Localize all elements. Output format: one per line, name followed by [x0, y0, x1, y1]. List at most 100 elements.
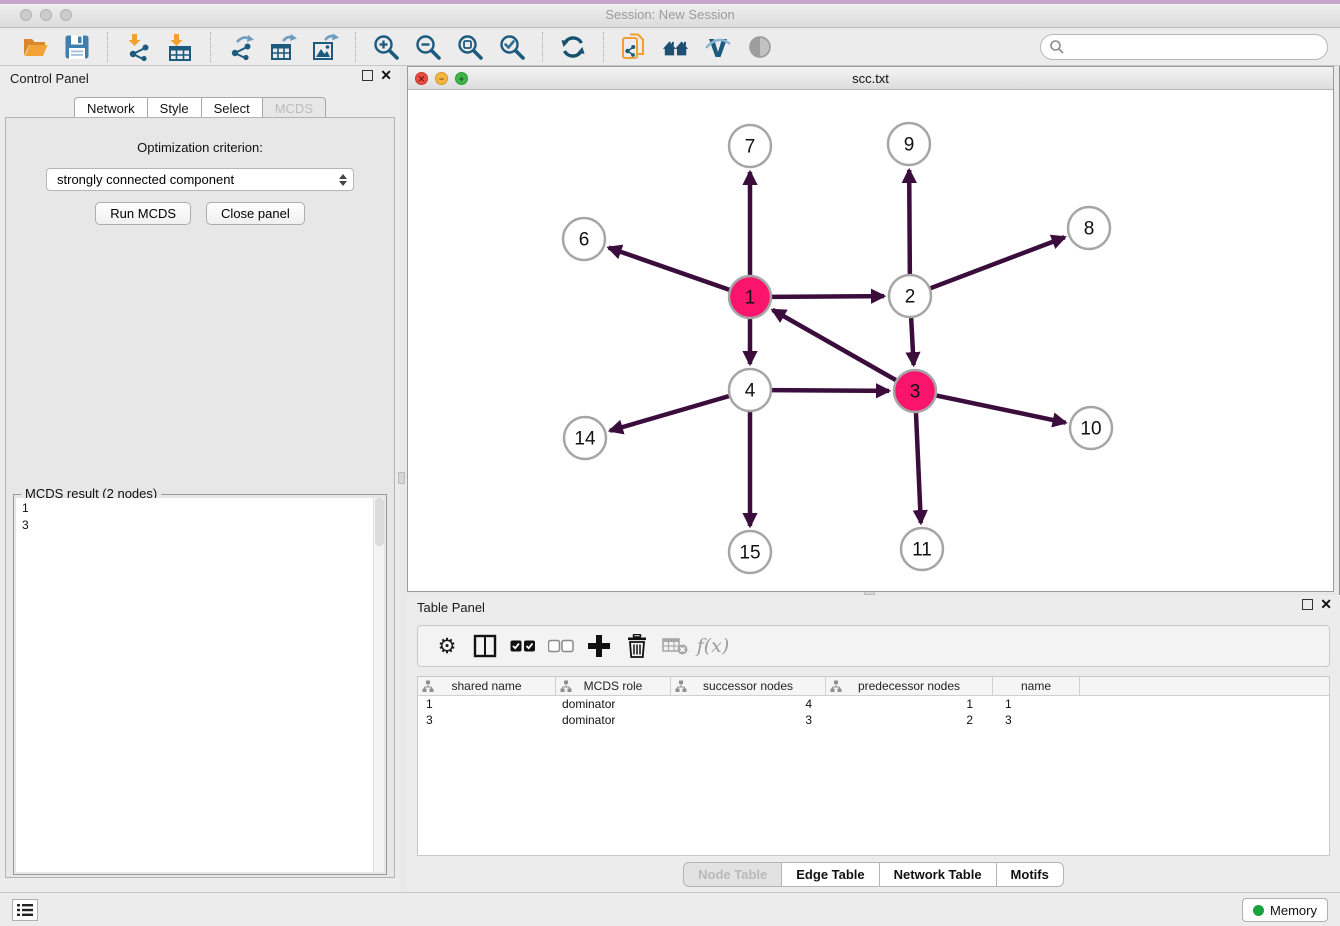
column-header-MCDS-role[interactable]: MCDS role [556, 677, 671, 695]
column-header-name[interactable]: name [993, 677, 1080, 695]
graph-node-3[interactable]: 3 [894, 370, 936, 412]
graph-edge-4-3[interactable] [772, 390, 889, 391]
table-cell[interactable]: 1 [418, 696, 556, 712]
graph-edge-3-11[interactable] [916, 413, 921, 523]
save-session-icon[interactable] [63, 33, 91, 61]
column-header-shared-name[interactable]: shared name [418, 677, 556, 695]
graph-node-7[interactable]: 7 [729, 125, 771, 167]
toolbar-separator [603, 32, 604, 62]
export-image-icon[interactable] [311, 33, 339, 61]
mcds-result-text[interactable]: 1 3 [16, 498, 384, 872]
toolbar-separator [210, 32, 211, 62]
graph-edge-3-10[interactable] [937, 396, 1066, 423]
main-toolbar [0, 28, 1340, 66]
close-panel-button[interactable]: Close panel [206, 202, 305, 225]
graph-node-8[interactable]: 8 [1068, 207, 1110, 249]
svg-text:4: 4 [745, 381, 756, 402]
graph-node-6[interactable]: 6 [563, 218, 605, 260]
table-cell[interactable]: 1 [993, 696, 1080, 712]
graph-edge-1-6[interactable] [609, 248, 730, 290]
table-cell[interactable]: dominator [556, 696, 671, 712]
zoom-selected-icon[interactable] [498, 33, 526, 61]
memory-status-icon [1253, 905, 1264, 916]
table-cell[interactable]: 2 [826, 712, 993, 728]
node-table-header: shared nameMCDS rolesuccessor nodesprede… [418, 677, 1329, 696]
table-cell[interactable]: 3 [993, 712, 1080, 728]
graph-edge-3-1[interactable] [773, 310, 896, 380]
zoom-fit-icon[interactable] [456, 33, 484, 61]
network-canvas[interactable]: 7 9 6 8 1 2 4 3 14 10 15 11 [408, 90, 1333, 591]
application-window: Session: New Session [0, 0, 1340, 926]
memory-label: Memory [1270, 903, 1317, 918]
graph-edge-2-3[interactable] [911, 318, 913, 365]
close-panel-icon[interactable]: ✕ [1320, 599, 1332, 610]
tab-motifs[interactable]: Motifs [996, 862, 1064, 887]
graph-edge-1-2[interactable] [772, 296, 884, 297]
deselect-all-icon[interactable] [546, 631, 576, 661]
add-column-icon[interactable] [584, 631, 614, 661]
delete-column-trash-icon[interactable] [622, 631, 652, 661]
status-bar: Memory [0, 892, 1340, 926]
open-session-icon[interactable] [21, 33, 49, 61]
home-icon[interactable] [662, 33, 690, 61]
titlebar-accent-strip [0, 0, 1340, 4]
select-all-icon[interactable] [508, 631, 538, 661]
graph-node-10[interactable]: 10 [1070, 407, 1112, 449]
import-network-icon[interactable] [124, 33, 152, 61]
export-table-icon[interactable] [269, 33, 297, 61]
delete-table-icon[interactable] [660, 631, 690, 661]
window-title: Session: New Session [0, 7, 1340, 22]
table-cell[interactable]: dominator [556, 712, 671, 728]
zoom-in-icon[interactable] [372, 33, 400, 61]
float-panel-icon[interactable] [1302, 599, 1313, 610]
tab-node-table[interactable]: Node Table [683, 862, 781, 887]
column-header-successor-nodes[interactable]: successor nodes [671, 677, 826, 695]
close-panel-icon[interactable]: ✕ [380, 70, 392, 81]
vizmapper-icon[interactable] [704, 33, 732, 61]
graph-node-9[interactable]: 9 [888, 123, 930, 165]
graph-edge-4-14[interactable] [610, 396, 729, 431]
vertical-splitter-grip[interactable] [398, 472, 405, 484]
table-panel-tabs: Node Table Edge Table Network Table Moti… [407, 862, 1340, 887]
table-cell[interactable]: 1 [826, 696, 993, 712]
criterion-dropdown[interactable]: strongly connected component [46, 168, 354, 191]
run-mcds-button[interactable]: Run MCDS [95, 202, 191, 225]
search-box[interactable] [1040, 34, 1328, 60]
function-builder-icon[interactable]: f(x) [698, 631, 728, 661]
table-cell[interactable]: 4 [671, 696, 826, 712]
graph-node-2[interactable]: 2 [889, 275, 931, 317]
search-input[interactable] [1065, 37, 1327, 57]
graph-node-15[interactable]: 15 [729, 531, 771, 573]
tab-network-table[interactable]: Network Table [879, 862, 996, 887]
network-graph: 7 9 6 8 1 2 4 3 14 10 15 11 [408, 90, 1333, 591]
table-cell[interactable]: 3 [418, 712, 556, 728]
table-settings-gear-icon[interactable]: ⚙ [432, 631, 462, 661]
graph-node-4[interactable]: 4 [729, 369, 771, 411]
graph-node-11[interactable]: 11 [901, 528, 943, 570]
show-columns-icon[interactable] [470, 631, 500, 661]
show-hide-icon[interactable] [746, 33, 774, 61]
table-row[interactable]: 1dominator411 [418, 696, 1329, 712]
table-row[interactable]: 3dominator323 [418, 712, 1329, 728]
result-scrollbar[interactable] [373, 498, 384, 872]
memory-button[interactable]: Memory [1242, 898, 1328, 922]
refresh-styles-icon[interactable] [559, 33, 587, 61]
network-window: ✕ − + scc.txt 7 9 6 8 1 2 4 3 14 10 15 11 [407, 66, 1334, 592]
column-header-predecessor-nodes[interactable]: predecessor nodes [826, 677, 993, 695]
import-table-icon[interactable] [166, 33, 194, 61]
graph-edge-2-9[interactable] [909, 170, 910, 274]
tab-edge-table[interactable]: Edge Table [781, 862, 878, 887]
graph-edge-2-8[interactable] [931, 237, 1065, 288]
task-history-button[interactable] [12, 899, 38, 921]
export-network-icon[interactable] [227, 33, 255, 61]
table-cell[interactable]: 3 [671, 712, 826, 728]
zoom-out-icon[interactable] [414, 33, 442, 61]
graph-node-14[interactable]: 14 [564, 417, 606, 459]
svg-text:15: 15 [739, 543, 760, 564]
graph-node-1[interactable]: 1 [729, 276, 771, 318]
network-window-titlebar[interactable]: ✕ − + scc.txt [408, 67, 1333, 90]
table-panel-header: Table Panel ✕ [407, 595, 1340, 621]
table-panel: Table Panel ✕ ⚙ [407, 595, 1340, 892]
network-clipboard-icon[interactable] [620, 33, 648, 61]
float-panel-icon[interactable] [362, 70, 373, 81]
